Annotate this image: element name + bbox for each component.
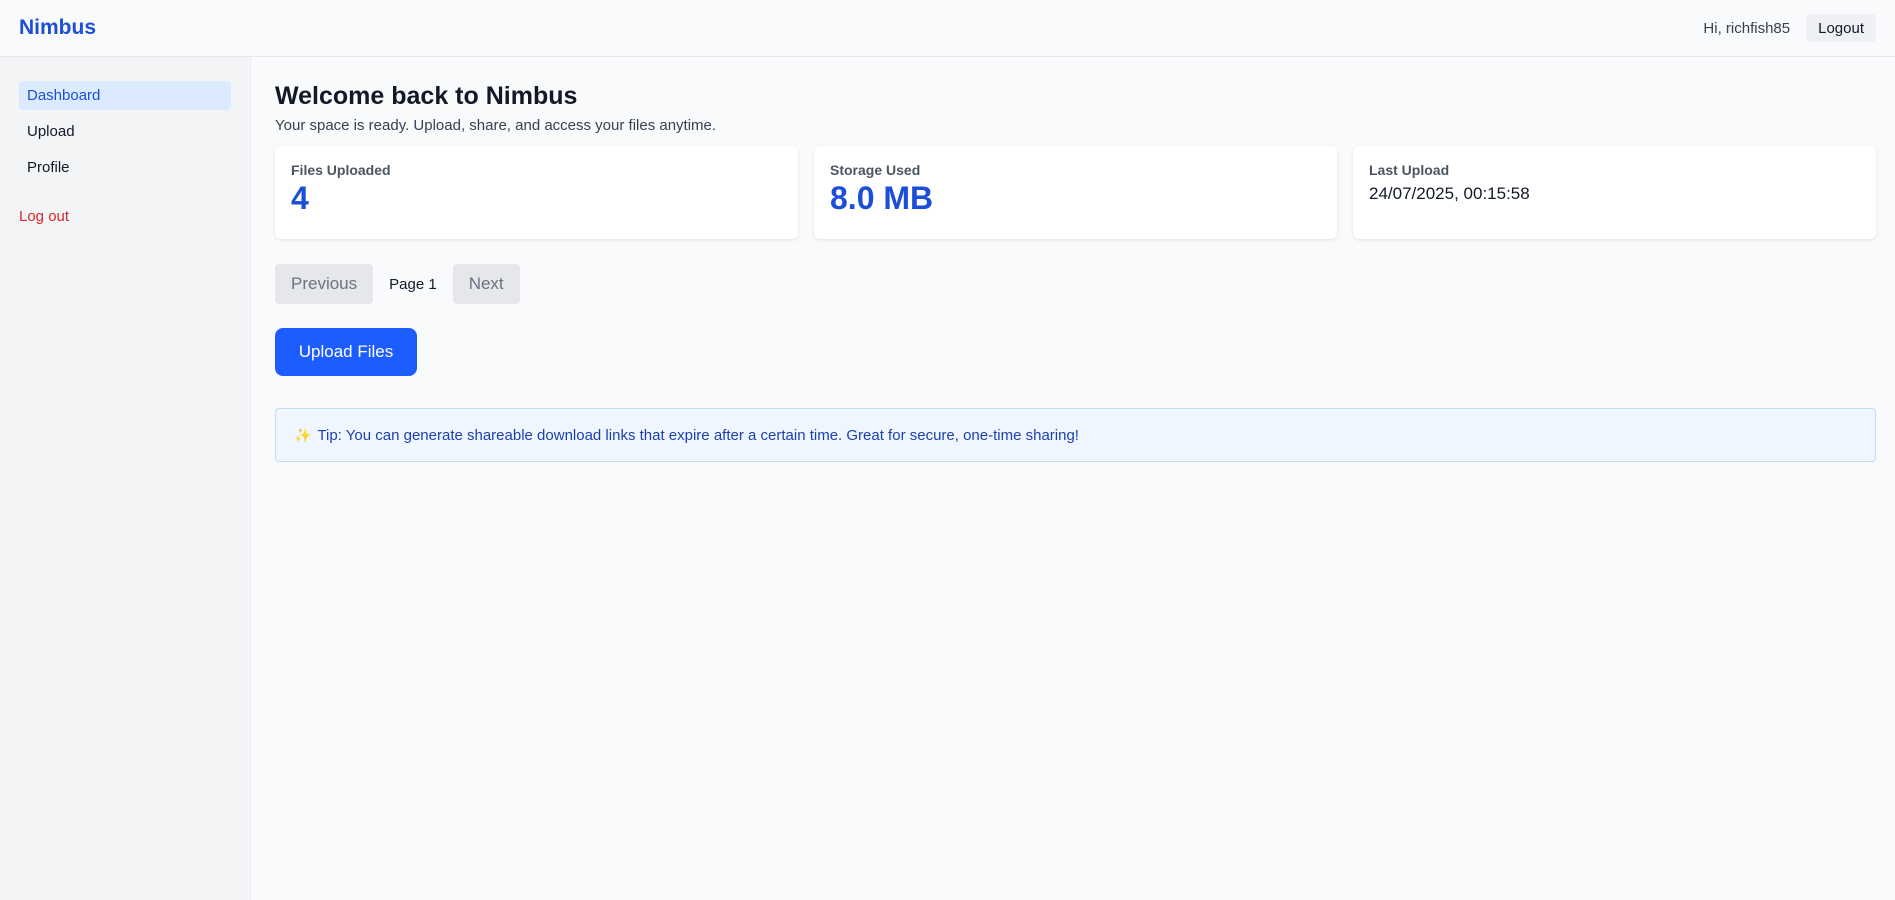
stat-card-last-upload: Last Upload 24/07/2025, 00:15:58 (1353, 146, 1876, 239)
main-content: Welcome back to Nimbus Your space is rea… (275, 57, 1876, 462)
stat-card-storage-used: Storage Used 8.0 MB (814, 146, 1337, 239)
stat-value: 4 (291, 180, 309, 216)
page-subtitle: Your space is ready. Upload, share, and … (275, 117, 717, 134)
upload-files-button[interactable]: Upload Files (275, 328, 417, 376)
page-indicator: Page 1 (389, 275, 437, 293)
tip-text: Tip: You can generate shareable download… (317, 426, 1079, 444)
sidebar: Dashboard Upload Profile Log out (0, 57, 251, 900)
stats-cards: Files Uploaded 4 Storage Used 8.0 MB Las… (275, 146, 1876, 239)
brand-logo[interactable]: Nimbus (19, 16, 96, 40)
sidebar-item-dashboard[interactable]: Dashboard (19, 81, 231, 110)
sidebar-item-upload[interactable]: Upload (19, 117, 231, 146)
sidebar-item-profile[interactable]: Profile (19, 153, 231, 182)
stat-value: 24/07/2025, 00:15:58 (1369, 184, 1530, 203)
sparkles-icon: ✨ (294, 426, 312, 443)
user-greeting: Hi, richfish85 (1703, 19, 1791, 37)
user-menu: Hi, richfish85 Logout (1703, 14, 1876, 42)
stat-card-files-uploaded: Files Uploaded 4 (275, 146, 798, 239)
page-title: Welcome back to Nimbus (275, 82, 578, 110)
pagination: Previous Page 1 Next (275, 264, 1876, 304)
tip-banner: ✨ Tip: You can generate shareable downlo… (275, 408, 1876, 462)
stat-label: Last Upload (1369, 162, 1450, 178)
stat-value: 8.0 MB (830, 180, 934, 216)
previous-page-button[interactable]: Previous (275, 264, 374, 304)
top-bar: Nimbus Hi, richfish85 Logout (0, 0, 1895, 57)
logout-button[interactable]: Logout (1806, 14, 1876, 42)
stat-label: Files Uploaded (291, 162, 391, 178)
next-page-button[interactable]: Next (452, 264, 520, 304)
sidebar-logout-link[interactable]: Log out (19, 208, 231, 225)
stat-label: Storage Used (830, 162, 921, 178)
